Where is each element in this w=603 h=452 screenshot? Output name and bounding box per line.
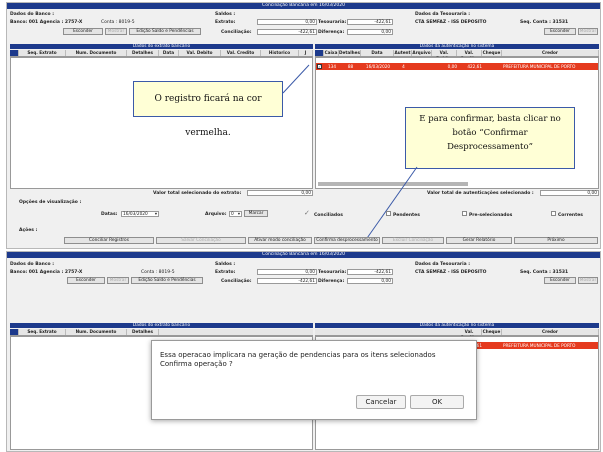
bank-line: Banco: 001 Agencia : 2757-X [10, 270, 83, 275]
chevron-down-icon: ▾ [237, 212, 240, 217]
dialog-message: Essa operacao implicara na geração de pe… [160, 351, 436, 359]
file-label: Arquivo: [205, 212, 227, 217]
pending-checkbox[interactable] [386, 211, 391, 216]
reconciliation-value: -422,61 [257, 278, 317, 284]
preselected-label: Pre-selecionados [469, 213, 513, 218]
statement-total-label: Valor total selecionado do extrato: [153, 191, 242, 196]
hide-button[interactable]: Esconder [67, 277, 105, 284]
reconciled-label: Conciliados [314, 213, 343, 218]
authentication-section-header: Dados da autenticação no sistema [315, 323, 599, 328]
statement-columns: Seq. Extrato Num. Documento Detalhes [10, 329, 313, 336]
auth-total-label: Valor total de autenticações selecionado… [427, 191, 534, 196]
mark-button[interactable]: Marcar [244, 210, 268, 217]
preselected-checkbox[interactable] [462, 211, 467, 216]
difference-value: 0,00 [347, 278, 393, 284]
pending-label: Pendentes [393, 213, 420, 218]
treasury-label: Tesouraria: [318, 270, 347, 275]
reconcile-records-button[interactable]: Conciliar Registros [64, 237, 154, 244]
account-sequence: Seq. Conta : 31531 [520, 270, 569, 275]
dates-value: 16/03/2020 [123, 212, 148, 217]
col-val-credito[interactable]: Val. Credito [457, 329, 482, 340]
delete-reconciliation-button[interactable]: Excluir Conciliação [382, 237, 444, 244]
edit-balance-button[interactable]: Edição Saldo e Pendências [131, 277, 203, 284]
actions-label: Ações : [19, 228, 38, 233]
treasury-value: -422,61 [347, 269, 393, 275]
treasury-account-name: CTA SEMFAZ - ISS DEPOSITO [415, 270, 487, 275]
cancel-button[interactable]: Cancelar [356, 395, 406, 409]
checkmark-icon[interactable]: ✓ [304, 209, 310, 217]
auth-total-value: 0,00 [540, 190, 599, 196]
account-label: Conta : 8019-5 [141, 270, 175, 275]
screenshot-1: Conciliação Bancária em 16/03/2020 Dados… [6, 2, 601, 249]
file-select[interactable]: 0 ▾ [229, 211, 242, 217]
col-credor[interactable]: Credor [502, 329, 599, 335]
file-value: 0 [231, 212, 234, 217]
dates-select[interactable]: 16/03/2020 ▾ [121, 211, 159, 217]
hide-button-2[interactable]: Esconder [544, 277, 576, 284]
show-button[interactable]: Mostrar [107, 277, 129, 284]
statement-label: Extrato: [215, 270, 236, 275]
show-button-2[interactable]: Mostrar [578, 277, 598, 284]
save-reconciliation-button[interactable]: Salvar Conciliação [156, 237, 246, 244]
next-button[interactable]: Próximo [514, 237, 598, 244]
difference-label: Diferença: [318, 279, 345, 284]
col-cheque[interactable]: Cheque [482, 329, 502, 335]
confirm-dialog: Essa operacao implicara na geração de pe… [151, 340, 477, 420]
treasury-data-label: Dados da Tesouraria : [415, 262, 471, 267]
authentication-columns: Val. Credito Cheque Credor [315, 329, 599, 340]
statement-section-header: Dados do extrato bancário [10, 323, 313, 328]
col-detalhes[interactable]: Detalhes [127, 329, 159, 335]
view-options-label: Opções de visualização : [19, 200, 82, 205]
col-num-documento[interactable]: Num. Documento [66, 329, 127, 335]
statement-total-value: 0,00 [247, 190, 313, 196]
activate-reconciliation-mode-button[interactable]: Ativar modo conciliação [248, 237, 312, 244]
reconciliation-label: Conciliação: [221, 279, 252, 284]
window-title: Conciliação Bancária em 16/03/2020 [7, 252, 600, 258]
ok-button[interactable]: OK [410, 395, 464, 409]
current-label: Correntes [558, 213, 583, 218]
balances-label: Saldos : [215, 262, 236, 267]
bank-data-label: Dados do Banco : [10, 262, 55, 267]
statement-value: 0,00 [257, 269, 317, 275]
col-seq-extrato[interactable]: Seq. Extrato [19, 329, 66, 335]
select-all-column[interactable] [10, 329, 19, 335]
generate-report-button[interactable]: Gerar Relatório [446, 237, 512, 244]
cell-credor: PREFEITURA MUNICIPAL DE PORTO [503, 343, 576, 348]
current-checkbox[interactable] [551, 211, 556, 216]
screenshot-2: Conciliação Bancária em 16/03/2020 Dados… [6, 251, 601, 452]
chevron-down-icon: ▾ [154, 212, 157, 217]
dates-label: Datas: [101, 212, 118, 217]
dialog-question: Confirma operação ? [160, 360, 233, 368]
confirm-unprocessing-button[interactable]: Confirma desprocessamento [314, 237, 380, 244]
